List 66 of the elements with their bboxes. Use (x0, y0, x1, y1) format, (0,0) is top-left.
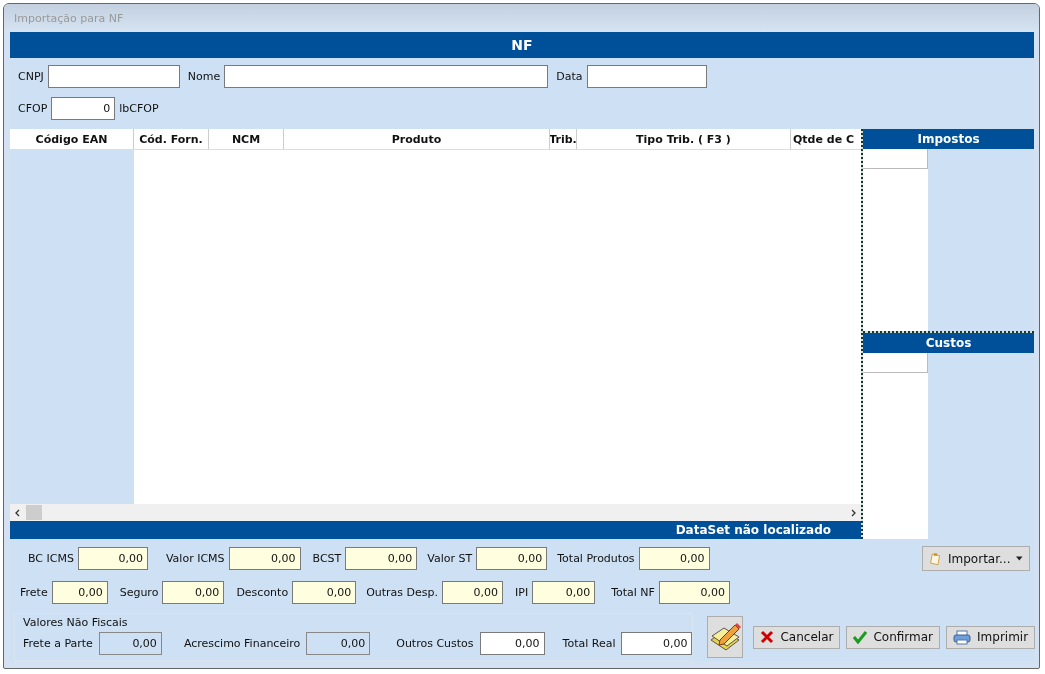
input-field[interactable]: 0,00 (621, 632, 693, 655)
field-label: Outros Custos (396, 637, 474, 650)
field-label: Seguro (119, 586, 159, 599)
column-header[interactable]: NCM (209, 129, 284, 149)
cancel-button[interactable]: Cancelar (753, 625, 841, 649)
field-label: BCST (312, 552, 342, 565)
edit-button[interactable] (707, 616, 744, 658)
field-label: Outras Desp. (366, 586, 439, 599)
total-field[interactable]: 0,00 (162, 581, 225, 604)
input-field[interactable] (586, 65, 707, 88)
panel-cell (863, 149, 928, 169)
printer-icon (953, 629, 972, 645)
checkmark-icon (853, 630, 868, 644)
field-label: Valor ST (427, 552, 473, 565)
field-label: Desconto (236, 586, 289, 599)
import-button[interactable]: Importar... (922, 546, 1030, 571)
field-label: BC ICMS (28, 552, 74, 565)
clipboard-icon (929, 550, 942, 567)
field-label: Frete a Parte (23, 637, 93, 650)
field-label: CNPJ (18, 70, 44, 83)
field-label: IPI (515, 586, 529, 599)
total-field[interactable]: 0,00 (532, 581, 596, 604)
confirm-button[interactable]: Confirmar (846, 625, 941, 649)
total-field[interactable]: 0,00 (51, 581, 108, 604)
total-field[interactable]: 0,00 (292, 581, 357, 604)
scroll-right-icon[interactable] (849, 508, 857, 517)
column-header[interactable]: Qtde de C (791, 129, 861, 149)
total-field[interactable]: 0,00 (345, 547, 418, 570)
total-field[interactable]: 0,00 (228, 547, 301, 570)
input-field[interactable]: 0,00 (479, 632, 545, 655)
print-button[interactable]: Imprimir (946, 625, 1036, 649)
field-label: Nome (187, 70, 221, 83)
scrollbar-thumb[interactable] (26, 505, 42, 520)
window-title: Importação para NF (14, 11, 124, 25)
panel-header: Custos (863, 333, 1034, 353)
total-field[interactable]: 0,00 (442, 581, 504, 604)
input-field[interactable] (224, 65, 549, 88)
cfop-caption: lbCFOP (119, 101, 159, 115)
input-field[interactable] (47, 65, 180, 88)
field-label: Total NF (611, 586, 655, 599)
column-header[interactable]: Código EAN (10, 129, 134, 149)
close-icon (760, 630, 775, 644)
header-bar: NF (10, 32, 1034, 58)
scroll-left-icon[interactable] (14, 508, 22, 517)
caret-icon (1016, 556, 1023, 561)
column-header[interactable]: Tipo Trib. ( F3 ) (577, 129, 791, 149)
field-label: CFOP (18, 101, 48, 115)
group-title: Valores Não Fiscais (23, 616, 129, 629)
total-field[interactable]: 0,00 (658, 581, 730, 604)
field-label: Valor ICMS (165, 552, 225, 565)
column-header[interactable]: Trib. (550, 129, 577, 149)
field-label: Data (556, 70, 583, 83)
panel-header: Impostos (863, 129, 1034, 149)
field-label: Acrescimo Financeiro (183, 637, 301, 650)
panel-cell (863, 353, 928, 373)
field-label: Total Produtos (557, 552, 635, 565)
cfop-field[interactable]: 0 (51, 96, 116, 120)
grid-status-bar: DataSet não localizado (10, 521, 861, 539)
column-header[interactable]: Produto (284, 129, 550, 149)
horizontal-scrollbar[interactable] (10, 504, 861, 521)
total-field[interactable]: 0,00 (77, 547, 148, 570)
field-label: Frete (20, 586, 48, 599)
column-header[interactable]: Cód. Forn. (134, 129, 209, 149)
field-label: Total Real (562, 637, 616, 650)
total-field[interactable]: 0,00 (638, 547, 710, 570)
total-field[interactable]: 0,00 (476, 547, 548, 570)
